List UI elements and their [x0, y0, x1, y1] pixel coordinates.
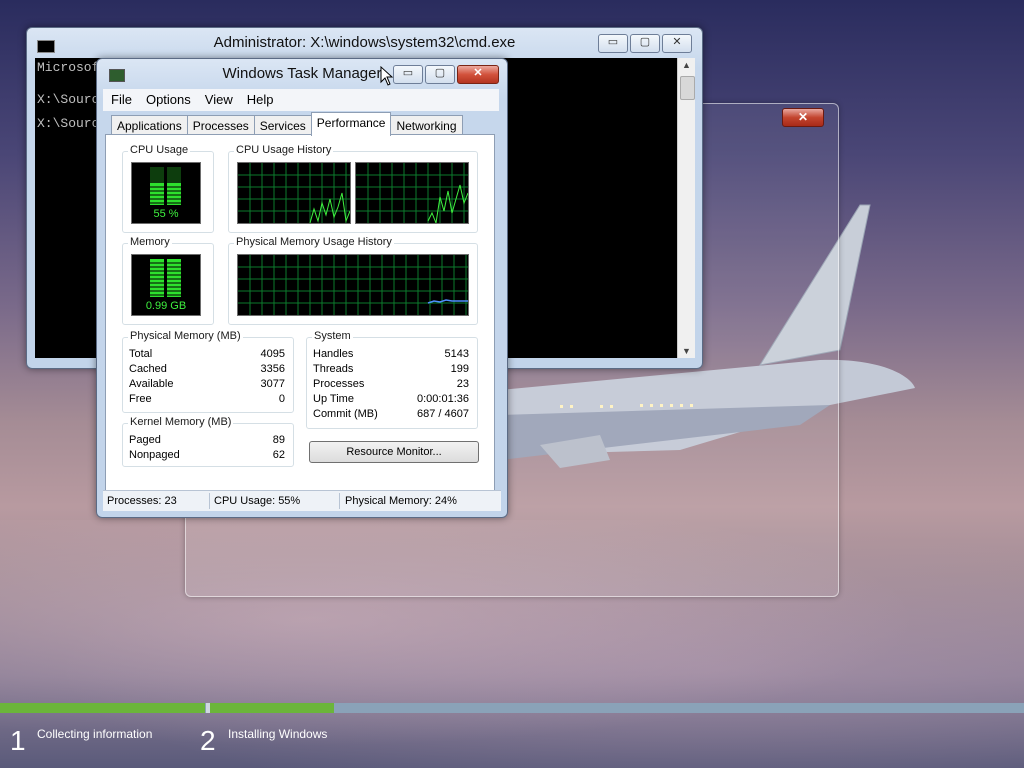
- memory-value: 0.99 GB: [145, 300, 187, 312]
- cmd-maximize-button[interactable]: ▢: [630, 34, 660, 53]
- physical-memory-group: Physical Memory (MB) Total 4095 Cached 335…: [122, 330, 294, 413]
- console-line: Microsof: [37, 60, 100, 75]
- tm-minimize-button[interactable]: ▭: [393, 65, 423, 84]
- kernel-memory-label: Kernel Memory (MB): [128, 416, 234, 428]
- menu-options[interactable]: Options: [138, 89, 197, 107]
- setup-progress-bar: [0, 703, 1024, 713]
- status-cpu: CPU Usage: 55%: [214, 495, 301, 507]
- memory-meter: 0.99 GB: [131, 254, 201, 316]
- cpu-usage-meter: 55 %: [131, 162, 201, 224]
- scroll-up-icon[interactable]: ▲: [678, 60, 695, 70]
- menu-help[interactable]: Help: [239, 89, 280, 107]
- cpu-history-graph-1: [237, 162, 351, 224]
- scroll-thumb[interactable]: [680, 76, 695, 100]
- tm-maximize-button[interactable]: ▢: [425, 65, 455, 84]
- menu-file[interactable]: File: [103, 89, 138, 107]
- step-2-number: 2: [200, 725, 216, 756]
- cpu-history-label: CPU Usage History: [234, 144, 334, 156]
- tab-performance[interactable]: Performance: [310, 112, 392, 136]
- tab-processes[interactable]: Processes: [186, 115, 255, 136]
- tab-applications[interactable]: Applications: [111, 115, 188, 136]
- sys-row-handles: Handles 5143: [313, 348, 469, 360]
- sys-row-processes: Processes 23: [313, 378, 469, 390]
- memory-group: Memory 0.99 GB: [122, 236, 214, 325]
- physical-memory-label: Physical Memory (MB): [128, 330, 243, 342]
- tab-networking[interactable]: Networking: [390, 115, 463, 136]
- pm-row-cached: Cached 3356: [129, 363, 285, 375]
- cmd-caption-buttons: ▭ ▢ ✕: [598, 34, 692, 53]
- cmd-close-button[interactable]: ✕: [662, 34, 692, 53]
- cpu-usage-value: 55 %: [153, 208, 179, 220]
- status-separator: [209, 493, 210, 509]
- mouse-cursor-icon: [380, 66, 394, 86]
- tab-services[interactable]: Services: [253, 115, 312, 136]
- status-processes: Processes: 23: [107, 495, 177, 507]
- cpu-history-group: CPU Usage History: [228, 144, 478, 233]
- performance-panel: CPU Usage 55 % CPU Usage History Memory …: [105, 134, 495, 491]
- system-group: System Handles 5143 Threads 199 Processes 2…: [306, 330, 478, 429]
- menu-bar: File Options View Help: [103, 89, 499, 111]
- phys-history-group: Physical Memory Usage History: [228, 236, 478, 325]
- sys-row-threads: Threads 199: [313, 363, 469, 375]
- tm-close-button[interactable]: ✕: [457, 65, 499, 84]
- memory-label: Memory: [128, 236, 172, 248]
- system-label: System: [312, 330, 353, 342]
- cpu-usage-group: CPU Usage 55 %: [122, 144, 214, 233]
- sys-row-uptime: Up Time 0:00:01:36: [313, 393, 469, 405]
- status-separator: [339, 493, 340, 509]
- glass-close-button[interactable]: ✕: [782, 108, 824, 127]
- progress-segment-2: [210, 703, 334, 713]
- cmd-minimize-button[interactable]: ▭: [598, 34, 628, 53]
- phys-history-graph: [237, 254, 469, 316]
- km-row-nonpaged: Nonpaged 62: [129, 449, 285, 461]
- phys-history-label: Physical Memory Usage History: [234, 236, 394, 248]
- step-1-number: 1: [10, 725, 26, 756]
- kernel-memory-group: Kernel Memory (MB) Paged 89 Nonpaged 62: [122, 416, 294, 467]
- menu-view[interactable]: View: [197, 89, 239, 107]
- step-2-label: Installing Windows: [228, 727, 328, 741]
- console-line: X:\Sourc: [37, 92, 100, 107]
- status-memory: Physical Memory: 24%: [345, 495, 457, 507]
- km-row-paged: Paged 89: [129, 434, 285, 446]
- resource-monitor-button[interactable]: Resource Monitor...: [309, 441, 479, 463]
- console-line: X:\Sourc: [37, 116, 100, 131]
- pm-row-available: Available 3077: [129, 378, 285, 390]
- task-manager-window: Windows Task Manager ▭ ▢ ✕ File Options Vi…: [96, 58, 508, 518]
- cpu-history-graph-2: [355, 162, 469, 224]
- tab-strip: Applications Processes Services Performa…: [111, 112, 463, 136]
- pm-row-total: Total 4095: [129, 348, 285, 360]
- progress-segment-1: [0, 703, 205, 713]
- tm-caption-buttons: ▭ ▢ ✕: [393, 65, 499, 84]
- status-bar: Processes: 23 CPU Usage: 55% Physical Me…: [103, 490, 501, 511]
- cmd-scrollbar[interactable]: ▲ ▼: [677, 58, 695, 358]
- sys-row-commit: Commit (MB) 687 / 4607: [313, 408, 469, 420]
- scroll-down-icon[interactable]: ▼: [678, 346, 695, 356]
- step-1-label: Collecting information: [37, 727, 153, 741]
- cpu-usage-label: CPU Usage: [128, 144, 191, 156]
- pm-row-free: Free 0: [129, 393, 285, 405]
